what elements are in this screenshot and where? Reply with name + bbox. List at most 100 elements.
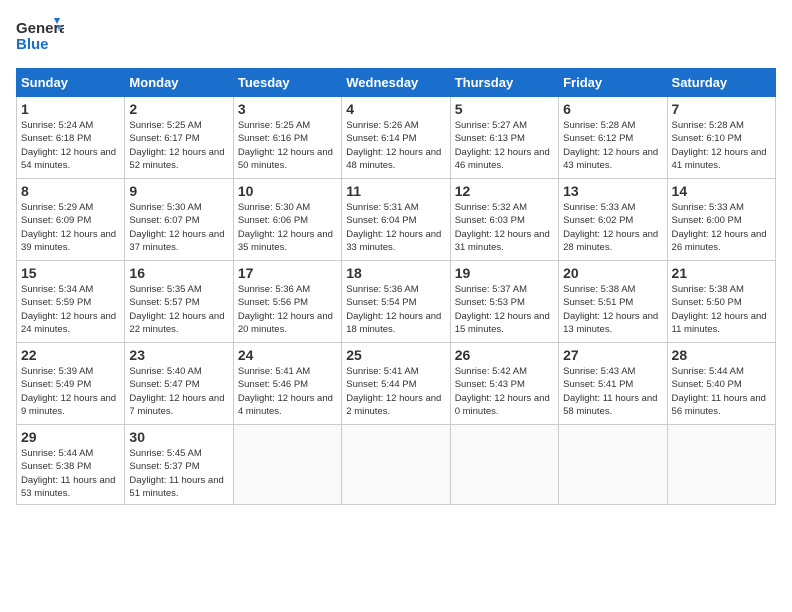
calendar-cell: 1 Sunrise: 5:24 AMSunset: 6:18 PMDaylight… bbox=[17, 97, 125, 179]
calendar-cell: 24 Sunrise: 5:41 AMSunset: 5:46 PMDayligh… bbox=[233, 343, 341, 425]
calendar-cell: 30 Sunrise: 5:45 AMSunset: 5:37 PMDayligh… bbox=[125, 425, 233, 505]
weekday-header: Monday bbox=[125, 69, 233, 97]
calendar-cell bbox=[450, 425, 558, 505]
cell-info: Sunrise: 5:25 AMSunset: 6:17 PMDaylight:… bbox=[129, 120, 224, 171]
day-number: 25 bbox=[346, 347, 445, 363]
day-number: 23 bbox=[129, 347, 228, 363]
calendar-week-row: 29 Sunrise: 5:44 AMSunset: 5:38 PMDayligh… bbox=[17, 425, 776, 505]
cell-info: Sunrise: 5:30 AMSunset: 6:06 PMDaylight:… bbox=[238, 202, 333, 253]
day-number: 7 bbox=[672, 101, 771, 117]
calendar-cell: 8 Sunrise: 5:29 AMSunset: 6:09 PMDaylight… bbox=[17, 179, 125, 261]
calendar-cell: 9 Sunrise: 5:30 AMSunset: 6:07 PMDaylight… bbox=[125, 179, 233, 261]
calendar-cell: 21Sunrise: 5:38 AMSunset: 5:50 PMDayligh… bbox=[667, 261, 775, 343]
weekday-header: Thursday bbox=[450, 69, 558, 97]
calendar-cell: 23 Sunrise: 5:40 AMSunset: 5:47 PMDayligh… bbox=[125, 343, 233, 425]
cell-info: Sunrise: 5:27 AMSunset: 6:13 PMDaylight:… bbox=[455, 120, 550, 171]
cell-info: Sunrise: 5:28 AMSunset: 6:12 PMDaylight:… bbox=[563, 120, 658, 171]
calendar-cell: 11 Sunrise: 5:31 AMSunset: 6:04 PMDayligh… bbox=[342, 179, 450, 261]
cell-info: Sunrise: 5:28 AMSunset: 6:10 PMDaylight:… bbox=[672, 120, 767, 171]
calendar-cell bbox=[667, 425, 775, 505]
calendar-cell: 16 Sunrise: 5:35 AMSunset: 5:57 PMDayligh… bbox=[125, 261, 233, 343]
cell-info: Sunrise: 5:32 AMSunset: 6:03 PMDaylight:… bbox=[455, 202, 550, 253]
calendar-cell: 12Sunrise: 5:32 AMSunset: 6:03 PMDayligh… bbox=[450, 179, 558, 261]
day-number: 9 bbox=[129, 183, 228, 199]
calendar-table: SundayMondayTuesdayWednesdayThursdayFrid… bbox=[16, 68, 776, 505]
day-number: 8 bbox=[21, 183, 120, 199]
cell-info: Sunrise: 5:38 AMSunset: 5:50 PMDaylight:… bbox=[672, 284, 767, 335]
calendar-cell: 28 Sunrise: 5:44 AMSunset: 5:40 PMDayligh… bbox=[667, 343, 775, 425]
day-number: 14 bbox=[672, 183, 771, 199]
calendar-cell: 18 Sunrise: 5:36 AMSunset: 5:54 PMDayligh… bbox=[342, 261, 450, 343]
day-number: 22 bbox=[21, 347, 120, 363]
logo-icon: General Blue bbox=[16, 16, 64, 56]
calendar-week-row: 22Sunrise: 5:39 AMSunset: 5:49 PMDayligh… bbox=[17, 343, 776, 425]
day-number: 18 bbox=[346, 265, 445, 281]
day-number: 29 bbox=[21, 429, 120, 445]
cell-info: Sunrise: 5:43 AMSunset: 5:41 PMDaylight:… bbox=[563, 366, 657, 417]
cell-info: Sunrise: 5:34 AMSunset: 5:59 PMDaylight:… bbox=[21, 284, 116, 335]
day-number: 2 bbox=[129, 101, 228, 117]
calendar-header: General Blue bbox=[16, 16, 776, 56]
cell-info: Sunrise: 5:35 AMSunset: 5:57 PMDaylight:… bbox=[129, 284, 224, 335]
day-number: 11 bbox=[346, 183, 445, 199]
calendar-cell: 17Sunrise: 5:36 AMSunset: 5:56 PMDayligh… bbox=[233, 261, 341, 343]
weekday-header-row: SundayMondayTuesdayWednesdayThursdayFrid… bbox=[17, 69, 776, 97]
cell-info: Sunrise: 5:24 AMSunset: 6:18 PMDaylight:… bbox=[21, 120, 116, 171]
calendar-week-row: 8 Sunrise: 5:29 AMSunset: 6:09 PMDaylight… bbox=[17, 179, 776, 261]
cell-info: Sunrise: 5:31 AMSunset: 6:04 PMDaylight:… bbox=[346, 202, 441, 253]
weekday-header: Sunday bbox=[17, 69, 125, 97]
calendar-cell: 20 Sunrise: 5:38 AMSunset: 5:51 PMDayligh… bbox=[559, 261, 667, 343]
cell-info: Sunrise: 5:40 AMSunset: 5:47 PMDaylight:… bbox=[129, 366, 224, 417]
day-number: 15 bbox=[21, 265, 120, 281]
cell-info: Sunrise: 5:45 AMSunset: 5:37 PMDaylight:… bbox=[129, 448, 223, 499]
cell-info: Sunrise: 5:41 AMSunset: 5:44 PMDaylight:… bbox=[346, 366, 441, 417]
day-number: 17 bbox=[238, 265, 337, 281]
cell-info: Sunrise: 5:38 AMSunset: 5:51 PMDaylight:… bbox=[563, 284, 658, 335]
day-number: 4 bbox=[346, 101, 445, 117]
cell-info: Sunrise: 5:44 AMSunset: 5:38 PMDaylight:… bbox=[21, 448, 115, 499]
calendar-cell: 25 Sunrise: 5:41 AMSunset: 5:44 PMDayligh… bbox=[342, 343, 450, 425]
day-number: 6 bbox=[563, 101, 662, 117]
cell-info: Sunrise: 5:30 AMSunset: 6:07 PMDaylight:… bbox=[129, 202, 224, 253]
logo: General Blue bbox=[16, 16, 64, 56]
day-number: 1 bbox=[21, 101, 120, 117]
calendar-cell: 6 Sunrise: 5:28 AMSunset: 6:12 PMDaylight… bbox=[559, 97, 667, 179]
day-number: 26 bbox=[455, 347, 554, 363]
day-number: 13 bbox=[563, 183, 662, 199]
calendar-week-row: 15 Sunrise: 5:34 AMSunset: 5:59 PMDayligh… bbox=[17, 261, 776, 343]
day-number: 10 bbox=[238, 183, 337, 199]
calendar-cell: 4 Sunrise: 5:26 AMSunset: 6:14 PMDaylight… bbox=[342, 97, 450, 179]
day-number: 30 bbox=[129, 429, 228, 445]
calendar-cell: 22Sunrise: 5:39 AMSunset: 5:49 PMDayligh… bbox=[17, 343, 125, 425]
cell-info: Sunrise: 5:42 AMSunset: 5:43 PMDaylight:… bbox=[455, 366, 550, 417]
day-number: 27 bbox=[563, 347, 662, 363]
day-number: 5 bbox=[455, 101, 554, 117]
svg-text:Blue: Blue bbox=[16, 36, 49, 53]
day-number: 19 bbox=[455, 265, 554, 281]
cell-info: Sunrise: 5:37 AMSunset: 5:53 PMDaylight:… bbox=[455, 284, 550, 335]
cell-info: Sunrise: 5:25 AMSunset: 6:16 PMDaylight:… bbox=[238, 120, 333, 171]
calendar-cell: 15 Sunrise: 5:34 AMSunset: 5:59 PMDayligh… bbox=[17, 261, 125, 343]
day-number: 24 bbox=[238, 347, 337, 363]
day-number: 20 bbox=[563, 265, 662, 281]
cell-info: Sunrise: 5:36 AMSunset: 5:54 PMDaylight:… bbox=[346, 284, 441, 335]
cell-info: Sunrise: 5:29 AMSunset: 6:09 PMDaylight:… bbox=[21, 202, 116, 253]
calendar-cell bbox=[559, 425, 667, 505]
cell-info: Sunrise: 5:41 AMSunset: 5:46 PMDaylight:… bbox=[238, 366, 333, 417]
calendar-week-row: 1 Sunrise: 5:24 AMSunset: 6:18 PMDaylight… bbox=[17, 97, 776, 179]
calendar-cell: 19 Sunrise: 5:37 AMSunset: 5:53 PMDayligh… bbox=[450, 261, 558, 343]
calendar-cell: 29 Sunrise: 5:44 AMSunset: 5:38 PMDayligh… bbox=[17, 425, 125, 505]
calendar-container: General Blue SundayMondayTuesdayWednesda… bbox=[0, 0, 792, 513]
calendar-cell: 5 Sunrise: 5:27 AMSunset: 6:13 PMDaylight… bbox=[450, 97, 558, 179]
cell-info: Sunrise: 5:26 AMSunset: 6:14 PMDaylight:… bbox=[346, 120, 441, 171]
day-number: 16 bbox=[129, 265, 228, 281]
calendar-cell: 3 Sunrise: 5:25 AMSunset: 6:16 PMDaylight… bbox=[233, 97, 341, 179]
weekday-header: Friday bbox=[559, 69, 667, 97]
calendar-cell: 7 Sunrise: 5:28 AMSunset: 6:10 PMDaylight… bbox=[667, 97, 775, 179]
cell-info: Sunrise: 5:44 AMSunset: 5:40 PMDaylight:… bbox=[672, 366, 766, 417]
day-number: 28 bbox=[672, 347, 771, 363]
calendar-cell bbox=[233, 425, 341, 505]
calendar-cell bbox=[342, 425, 450, 505]
calendar-cell: 10 Sunrise: 5:30 AMSunset: 6:06 PMDayligh… bbox=[233, 179, 341, 261]
day-number: 3 bbox=[238, 101, 337, 117]
